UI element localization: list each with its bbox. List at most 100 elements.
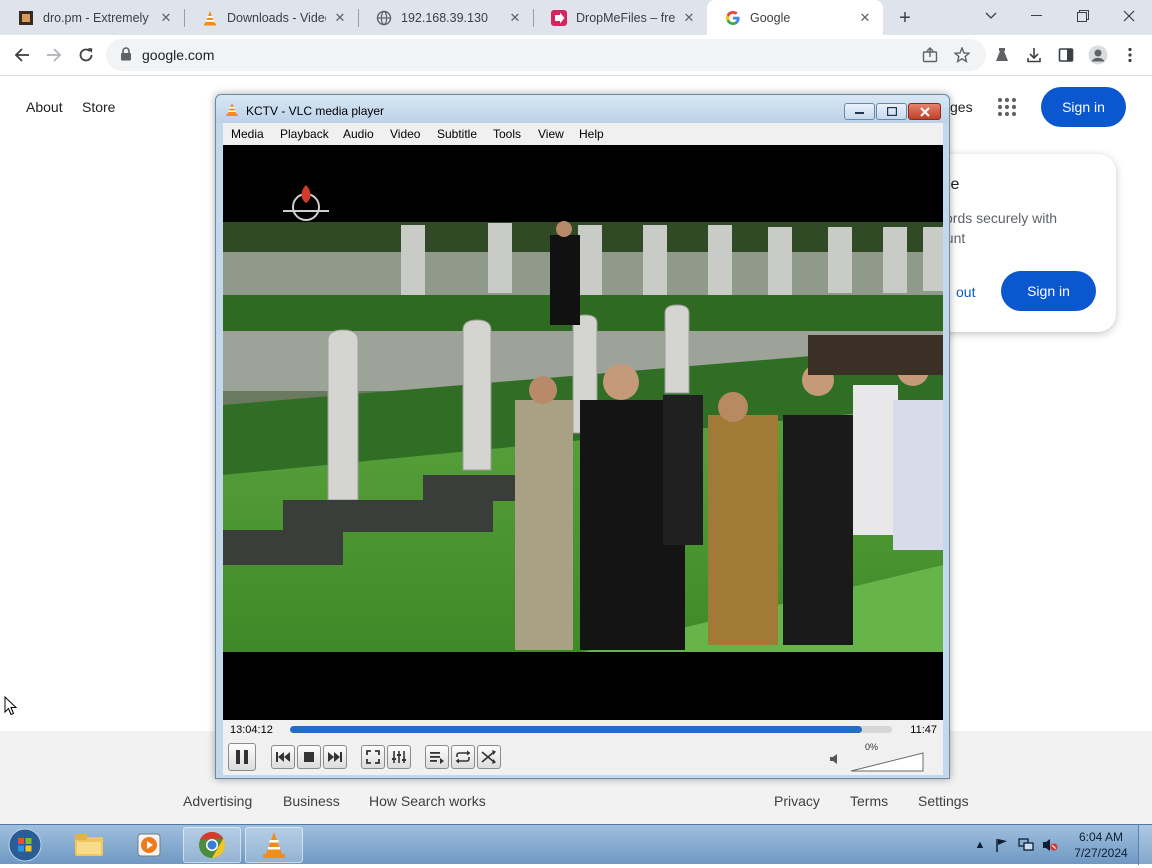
windows-orb-icon — [8, 828, 42, 862]
taskbar-vlc[interactable] — [245, 827, 303, 863]
download-icon[interactable] — [1020, 41, 1048, 69]
seek-bar-row: 13:04:12 11:47 — [223, 720, 943, 740]
menu-subtitle[interactable]: Subtitle — [437, 127, 477, 141]
tab-search-chevron-icon[interactable] — [968, 0, 1014, 32]
privacy-link[interactable]: Privacy — [774, 793, 820, 809]
menu-media[interactable]: Media — [231, 127, 264, 141]
taskbar-chrome[interactable] — [183, 827, 241, 863]
equalizer-icon — [392, 751, 406, 763]
side-panel-icon[interactable] — [1052, 41, 1080, 69]
menu-tools[interactable]: Tools — [493, 127, 521, 141]
taskbar-clock[interactable]: 6:04 AM 7/27/2024 — [1066, 829, 1136, 861]
promo-sign-in-button[interactable]: Sign in — [1001, 271, 1096, 311]
tab-google[interactable]: Google ✕ — [707, 0, 883, 35]
pause-button[interactable] — [228, 743, 256, 771]
speaker-icon[interactable] — [829, 752, 841, 770]
close-tab-icon[interactable]: ✕ — [507, 10, 523, 26]
seek-slider[interactable] — [290, 726, 892, 733]
extended-settings-button[interactable] — [387, 745, 411, 769]
close-tab-icon[interactable]: ✕ — [681, 10, 697, 26]
fullscreen-button[interactable] — [361, 745, 385, 769]
url-text[interactable]: google.com — [142, 47, 214, 63]
mouse-cursor-icon — [4, 695, 18, 721]
vlc-title-bar[interactable]: KCTV - VLC media player — [216, 95, 949, 123]
volume-slider[interactable] — [850, 752, 924, 772]
playlist-icon — [430, 752, 444, 764]
taskbar-media-player[interactable] — [120, 827, 178, 863]
stop-icon — [304, 752, 314, 762]
action-center-flag-icon[interactable] — [994, 837, 1010, 853]
vlc-client-area: Media Playback Audio Video Subtitle Tool… — [223, 123, 943, 775]
tab-dro-pm[interactable]: dro.pm - Extremely ✕ — [0, 0, 185, 35]
close-tab-icon[interactable]: ✕ — [332, 10, 348, 26]
menu-video[interactable]: Video — [390, 127, 420, 141]
chrome-icon — [199, 831, 226, 859]
close-tab-icon[interactable]: ✕ — [857, 10, 873, 26]
playlist-button[interactable] — [425, 745, 449, 769]
menu-playback[interactable]: Playback — [280, 127, 329, 141]
address-bar[interactable]: google.com — [106, 39, 986, 71]
video-display[interactable] — [223, 145, 943, 720]
loop-icon — [455, 750, 471, 764]
chrome-menu-icon[interactable] — [1116, 41, 1144, 69]
terms-link[interactable]: Terms — [850, 793, 888, 809]
shuffle-button[interactable] — [477, 745, 501, 769]
bookmark-star-icon[interactable] — [948, 41, 976, 69]
new-tab-button[interactable]: + — [893, 6, 917, 30]
share-icon[interactable] — [916, 41, 944, 69]
clock-date: 7/27/2024 — [1074, 846, 1128, 860]
stay-signed-out-link[interactable]: out — [956, 284, 975, 300]
menu-audio[interactable]: Audio — [343, 127, 374, 141]
lock-icon[interactable] — [120, 47, 132, 66]
store-link[interactable]: Store — [82, 99, 115, 115]
sign-in-button[interactable]: Sign in — [1041, 87, 1126, 127]
reload-button[interactable] — [72, 41, 100, 69]
tab-title: Google — [750, 10, 791, 25]
google-apps-icon[interactable] — [996, 96, 1018, 118]
profile-avatar-icon[interactable] — [1084, 41, 1112, 69]
forward-button[interactable] — [40, 41, 68, 69]
vlc-cone-icon — [202, 10, 218, 26]
close-tab-icon[interactable]: ✕ — [158, 10, 174, 26]
extensions-icon[interactable] — [988, 41, 1016, 69]
next-button[interactable] — [323, 745, 347, 769]
tab-ip-address[interactable]: 192.168.39.130 ✕ — [358, 0, 534, 35]
pause-icon — [236, 750, 248, 764]
remaining-time[interactable]: 11:47 — [910, 724, 937, 736]
network-icon[interactable] — [1018, 837, 1034, 853]
tab-dropmefiles[interactable]: DropMeFiles – free ✕ — [533, 0, 707, 35]
images-link[interactable]: ges — [950, 99, 973, 115]
show-hidden-icons-icon[interactable]: ▲ — [972, 837, 988, 853]
volume-muted-icon[interactable] — [1042, 837, 1058, 853]
previous-button[interactable] — [271, 745, 295, 769]
elapsed-time[interactable]: 13:04:12 — [230, 724, 273, 736]
stop-button[interactable] — [297, 745, 321, 769]
start-button[interactable] — [6, 827, 44, 863]
close-window-button[interactable] — [1106, 0, 1152, 32]
minimize-button[interactable] — [1014, 0, 1060, 32]
browser-toolbar: google.com — [0, 35, 1152, 76]
media-player-icon — [137, 833, 161, 857]
tab-title: Downloads - VideoL — [227, 10, 326, 25]
about-link[interactable]: About — [26, 99, 63, 115]
business-link[interactable]: Business — [283, 793, 340, 809]
vlc-window[interactable]: KCTV - VLC media player Media Playback A… — [215, 94, 950, 779]
next-icon — [328, 752, 342, 762]
settings-link[interactable]: Settings — [918, 793, 969, 809]
show-desktop-button[interactable] — [1138, 825, 1152, 865]
dropmefiles-icon — [551, 9, 567, 26]
loop-button[interactable] — [451, 745, 475, 769]
advertising-link[interactable]: Advertising — [183, 793, 252, 809]
menu-help[interactable]: Help — [579, 127, 604, 141]
tab-downloads-videolan[interactable]: Downloads - VideoL ✕ — [184, 0, 359, 35]
menu-view[interactable]: View — [538, 127, 564, 141]
how-search-works-link[interactable]: How Search works — [369, 793, 486, 809]
volume-percent: 0% — [865, 742, 879, 752]
vlc-minimize-button[interactable] — [844, 103, 875, 120]
restore-button[interactable] — [1060, 0, 1106, 32]
tab-title: dro.pm - Extremely — [43, 10, 149, 25]
back-button[interactable] — [8, 41, 36, 69]
vlc-maximize-button[interactable] — [876, 103, 907, 120]
taskbar-explorer[interactable] — [60, 827, 118, 863]
vlc-close-button[interactable] — [908, 103, 941, 120]
